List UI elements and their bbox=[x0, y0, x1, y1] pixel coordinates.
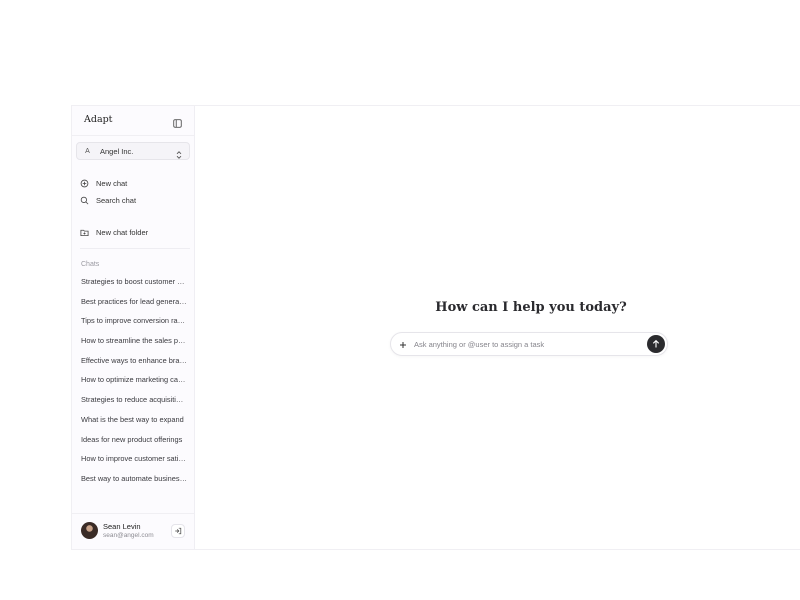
chat-list-item[interactable]: Strategies to reduce acquisition costs bbox=[81, 394, 187, 414]
chat-list-item[interactable]: Effective ways to enhance brand awarenes… bbox=[81, 355, 187, 375]
logout-icon bbox=[175, 527, 182, 535]
chat-composer bbox=[390, 332, 668, 356]
chat-list-item[interactable]: How to streamline the sales process bbox=[81, 335, 187, 355]
chat-list-item[interactable]: Best practices for lead generation bbox=[81, 296, 187, 316]
chat-list-item[interactable]: Best way to automate business processes bbox=[81, 473, 187, 493]
user-panel: Sean Levin sean@angel.com bbox=[72, 513, 194, 549]
org-avatar: A bbox=[85, 148, 90, 155]
chats-section-label: Chats bbox=[81, 261, 100, 268]
search-icon bbox=[80, 196, 89, 205]
new-chat-label: New chat bbox=[96, 179, 128, 188]
arrow-up-icon bbox=[652, 339, 660, 348]
plus-icon[interactable] bbox=[397, 338, 409, 350]
user-email: sean@angel.com bbox=[103, 532, 154, 539]
sidebar-header: Adapt bbox=[72, 106, 194, 136]
search-chat-button[interactable]: Search chat bbox=[80, 194, 188, 208]
chat-list-item[interactable]: How to improve customer satisfaction bbox=[81, 453, 187, 473]
chat-list-item[interactable]: Strategies to boost customer engagement bbox=[81, 276, 187, 296]
message-input[interactable] bbox=[414, 338, 634, 351]
sidebar-divider bbox=[80, 248, 190, 249]
new-chat-folder-button[interactable]: New chat folder bbox=[80, 226, 188, 240]
org-name: Angel Inc. bbox=[100, 147, 134, 156]
sidebar: Adapt A Angel Inc. New chat Search chat … bbox=[72, 106, 195, 549]
chat-list-item[interactable]: Ideas for new product offerings bbox=[81, 434, 187, 454]
brand-logo: Adapt bbox=[84, 114, 113, 125]
chevron-up-down-icon bbox=[175, 147, 183, 159]
user-name: Sean Levin bbox=[103, 522, 141, 531]
app-window: Adapt A Angel Inc. New chat Search chat … bbox=[71, 105, 800, 550]
greeting-heading: How can I help you today? bbox=[435, 300, 627, 315]
folder-plus-icon bbox=[80, 229, 89, 237]
main-content: How can I help you today? bbox=[196, 106, 800, 549]
org-switcher[interactable]: A Angel Inc. bbox=[76, 142, 190, 160]
avatar[interactable] bbox=[81, 522, 98, 539]
sidebar-toggle-icon[interactable] bbox=[173, 115, 182, 128]
search-chat-label: Search chat bbox=[96, 196, 137, 205]
send-button[interactable] bbox=[647, 335, 665, 353]
chat-list-item[interactable]: How to optimize marketing campaigns bbox=[81, 374, 187, 394]
chat-list-item[interactable]: What is the best way to expand bbox=[81, 414, 187, 434]
logout-button[interactable] bbox=[171, 524, 185, 538]
new-chat-icon bbox=[80, 179, 89, 188]
chat-list-item[interactable]: Tips to improve conversion rates bbox=[81, 315, 187, 335]
new-chat-folder-label: New chat folder bbox=[96, 228, 149, 237]
new-chat-button[interactable]: New chat bbox=[80, 177, 188, 191]
chat-list: Strategies to boost customer engagement … bbox=[81, 276, 187, 493]
